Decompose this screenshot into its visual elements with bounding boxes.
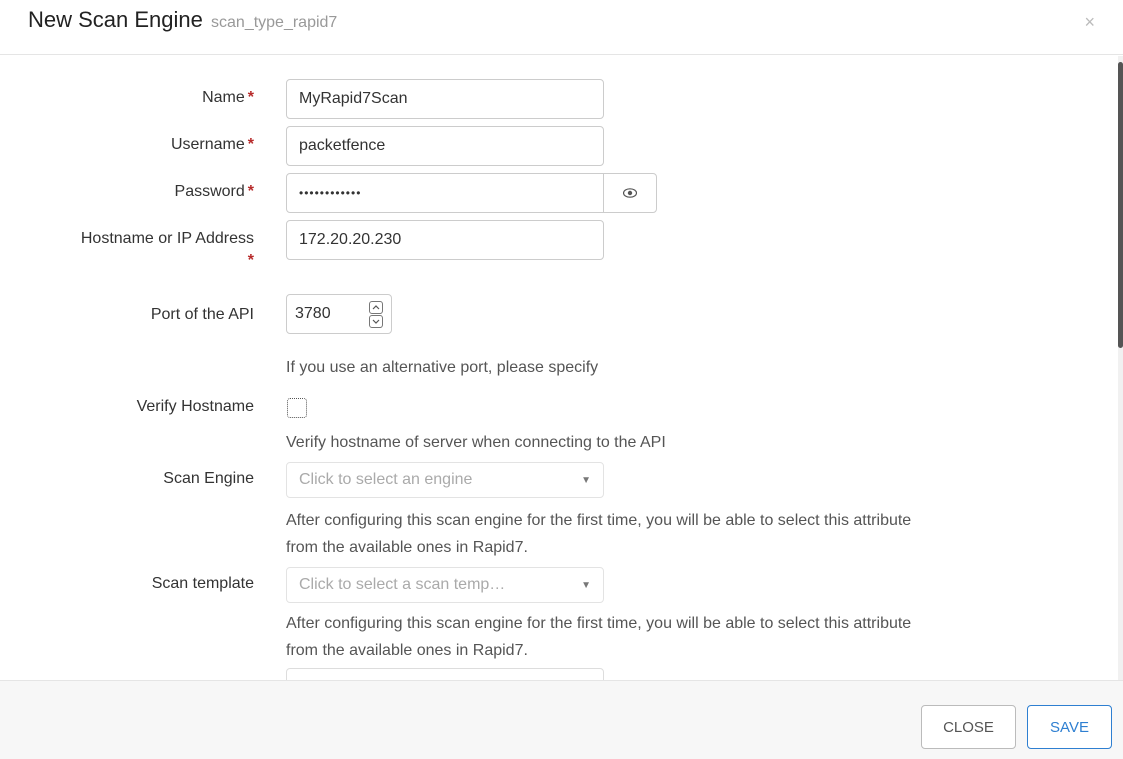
required-mark: * <box>247 252 254 269</box>
scan-engine-placeholder: Click to select an engine <box>299 471 473 488</box>
scan-template-help-1: After configuring this scan engine for t… <box>286 615 912 632</box>
verify-hostname-help: Verify hostname of server when connectin… <box>286 434 666 451</box>
eye-icon <box>622 185 638 201</box>
dialog-header: New Scan Engine scan_type_rapid7 × <box>0 0 1123 55</box>
spinner-arrows[interactable] <box>369 300 383 328</box>
scan-template-placeholder: Click to select a scan temp… <box>299 576 506 593</box>
name-input[interactable]: MyRapid7Scan <box>286 79 604 119</box>
show-password-button[interactable] <box>603 173 657 213</box>
dialog-title-text: New Scan Engine <box>28 7 203 32</box>
required-mark: * <box>247 136 254 153</box>
port-stepper[interactable]: 3780 <box>286 294 392 334</box>
chevron-down-icon: ▼ <box>581 579 591 591</box>
required-mark: * <box>247 89 254 106</box>
port-label: Port of the API <box>151 306 254 324</box>
dialog-title: New Scan Engine scan_type_rapid7 <box>28 7 337 33</box>
scan-engine-label-text: Scan Engine <box>163 470 254 487</box>
scrollbar-thumb[interactable] <box>1118 62 1123 348</box>
verify-hostname-label-text: Verify Hostname <box>136 398 254 415</box>
scan-engine-select[interactable]: Click to select an engine ▼ <box>286 462 604 498</box>
hostname-label: Hostname or IP Address <box>81 230 254 248</box>
close-icon[interactable]: × <box>1084 12 1095 33</box>
password-label-text: Password <box>174 183 245 200</box>
next-field-partial[interactable] <box>286 668 604 680</box>
scan-template-label-text: Scan template <box>151 575 254 592</box>
verify-hostname-label: Verify Hostname <box>137 398 254 416</box>
dialog-footer: CLOSE SAVE <box>0 680 1123 759</box>
chevron-down-icon: ▼ <box>581 474 591 486</box>
verify-hostname-checkbox[interactable] <box>287 398 307 418</box>
scan-engine-help-1: After configuring this scan engine for t… <box>286 512 912 529</box>
required-mark: * <box>247 183 254 200</box>
decrement-icon[interactable] <box>369 314 383 328</box>
dialog-body: Name * MyRapid7Scan Username * packetfence… <box>0 56 1123 680</box>
port-help: If you use an alternative port, please s… <box>286 359 599 376</box>
scan-template-help-2: from the available ones in Rapid7. <box>286 642 528 659</box>
hostname-input[interactable]: 172.20.20.230 <box>286 220 604 260</box>
port-label-text: Port of the API <box>150 306 254 323</box>
username-label-text: Username <box>170 136 245 153</box>
dialog-subtitle: scan_type_rapid7 <box>211 14 338 31</box>
name-label-text: Name <box>202 89 245 106</box>
scan-template-select[interactable]: Click to select a scan temp… ▼ <box>286 567 604 603</box>
username-label: Username * <box>171 136 254 154</box>
hostname-label-text: Hostname or IP Address <box>80 230 254 247</box>
hostname-required: * <box>245 252 254 270</box>
save-button[interactable]: SAVE <box>1027 705 1112 749</box>
port-value: 3780 <box>295 305 331 322</box>
scan-template-label: Scan template <box>152 575 254 593</box>
name-label: Name * <box>202 89 254 107</box>
scan-engine-label: Scan Engine <box>163 470 254 488</box>
password-input[interactable]: •••••••••••• <box>286 173 604 213</box>
username-input[interactable]: packetfence <box>286 126 604 166</box>
scan-engine-help-2: from the available ones in Rapid7. <box>286 539 528 556</box>
password-label: Password * <box>175 183 254 201</box>
close-button[interactable]: CLOSE <box>921 705 1016 749</box>
increment-icon[interactable] <box>369 300 383 314</box>
